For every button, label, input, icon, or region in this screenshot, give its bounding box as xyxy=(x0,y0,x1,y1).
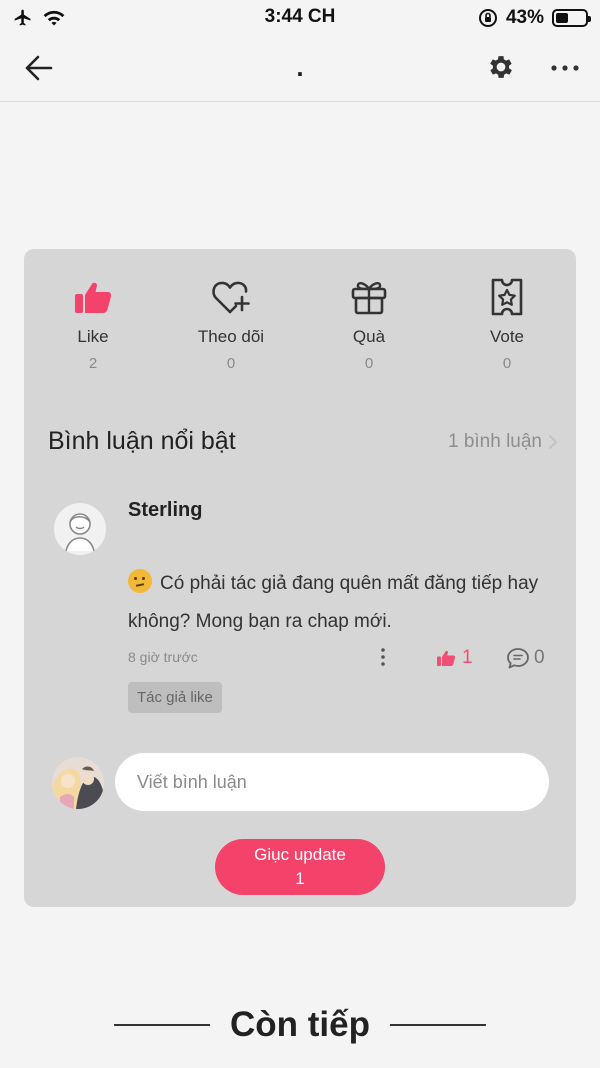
featured-comments-header: Bình luận nổi bật 1 bình luận xyxy=(48,427,558,456)
comment-like-button[interactable]: 1 xyxy=(436,647,473,669)
comment-time: 8 giờ trước xyxy=(128,649,198,665)
comment-reply-count: 0 xyxy=(534,647,545,668)
author-liked-badge: Tác giả like xyxy=(128,682,222,713)
to-be-continued: Còn tiếp xyxy=(0,1005,600,1045)
status-bar: 3:44 CH 43% xyxy=(0,0,600,36)
comment-count-link[interactable]: 1 bình luận xyxy=(448,431,558,453)
comment-meta: 8 giờ trước 1 0 xyxy=(128,647,546,669)
thinking-face-icon xyxy=(128,569,152,593)
vote-action[interactable]: Vote 0 xyxy=(438,277,576,372)
featured-comments-title: Bình luận nổi bật xyxy=(48,427,236,455)
comment-text: Có phải tác giả đang quên mất đăng tiếp … xyxy=(128,565,548,641)
status-left xyxy=(12,8,66,28)
interaction-card: Like 2 Theo dõi 0 Quà 0 Vote 0 Bình luận… xyxy=(24,249,576,907)
comment-menu-button[interactable] xyxy=(376,647,390,667)
vote-count: 0 xyxy=(502,355,512,372)
follow-action[interactable]: Theo dõi 0 xyxy=(162,277,300,372)
comment-like-count: 1 xyxy=(462,647,473,668)
request-update-button[interactable]: Giục update 1 xyxy=(215,839,385,895)
gift-icon xyxy=(349,277,389,317)
thumbs-up-icon xyxy=(73,277,113,317)
gift-label: Quà xyxy=(352,327,386,346)
top-nav-bar: . xyxy=(0,36,600,102)
follow-count: 0 xyxy=(226,355,236,372)
settings-button[interactable] xyxy=(486,52,518,84)
gear-icon xyxy=(490,56,512,78)
like-label: Like xyxy=(77,327,109,346)
gift-action[interactable]: Quà 0 xyxy=(300,277,438,372)
divider-left xyxy=(114,1024,210,1026)
like-count: 2 xyxy=(88,355,98,372)
thumbs-up-small-icon xyxy=(437,650,456,666)
gift-count: 0 xyxy=(364,355,374,372)
vertical-dots-icon xyxy=(381,648,385,666)
heart-plus-icon xyxy=(211,277,251,317)
default-avatar-icon xyxy=(65,513,95,552)
commenter-avatar[interactable] xyxy=(54,503,106,555)
divider-right xyxy=(389,1024,486,1026)
user-avatar-image xyxy=(52,757,104,809)
follow-label: Theo dõi xyxy=(197,327,265,346)
battery-percent: 43% xyxy=(505,7,544,28)
to-be-continued-label: Còn tiếp xyxy=(230,1005,370,1044)
airplane-icon xyxy=(14,9,31,26)
request-update-count: 1 xyxy=(295,869,305,888)
action-row: Like 2 Theo dõi 0 Quà 0 Vote 0 xyxy=(24,277,576,372)
wifi-icon xyxy=(43,10,65,26)
orientation-lock-icon xyxy=(478,9,497,27)
battery-icon xyxy=(552,9,591,27)
comment-input[interactable] xyxy=(115,753,549,811)
comment-body: Có phải tác giả đang quên mất đăng tiếp … xyxy=(128,573,539,632)
comment-count-label: 1 bình luận xyxy=(447,430,542,452)
more-icon xyxy=(551,65,579,71)
more-button[interactable] xyxy=(548,52,582,84)
vote-label: Vote xyxy=(489,327,525,346)
comment-author[interactable]: Sterling xyxy=(128,499,202,522)
chevron-right-icon xyxy=(548,434,558,449)
status-right: 43% xyxy=(478,7,591,29)
my-avatar[interactable] xyxy=(52,757,104,809)
request-update-label: Giục update xyxy=(254,845,346,864)
chat-bubble-icon xyxy=(507,648,529,669)
ticket-star-icon xyxy=(487,277,527,317)
comment-reply-button[interactable]: 0 xyxy=(506,647,545,669)
like-action[interactable]: Like 2 xyxy=(24,277,162,372)
